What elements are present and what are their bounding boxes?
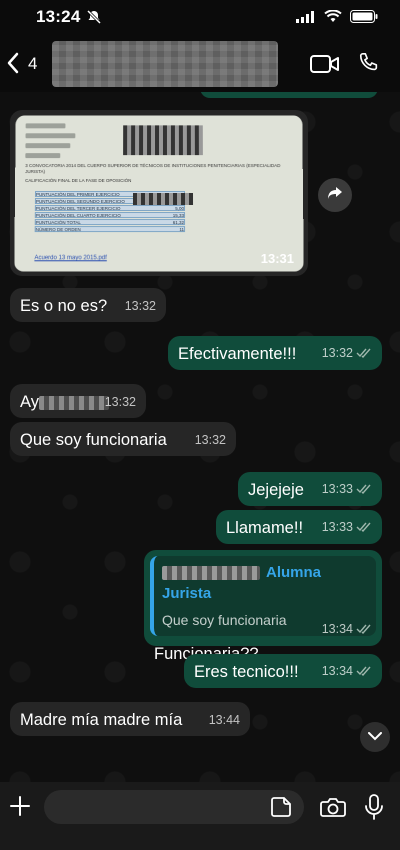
- message-text: Madre mía madre mía: [20, 711, 183, 729]
- doc-redacted-score: [132, 193, 194, 206]
- doc-subtitle: CALIFICACIÓN FINAL DE LA FASE DE OPOSICI…: [25, 178, 132, 184]
- doc-title: 3 CONVOCATORIA 2014 DEL CUERPO SUPERIOR …: [25, 163, 281, 175]
- doc-row: PUNTUACIÓN DEL TERCER EJERCICIO 5,00: [34, 205, 186, 212]
- message-meta: 13:33: [322, 517, 372, 538]
- share-icon: [327, 186, 343, 205]
- contact-name-redacted[interactable]: [52, 41, 278, 87]
- composer-bar: [0, 782, 400, 850]
- read-ticks-icon: [356, 518, 372, 538]
- outgoing-message[interactable]: Llamame!! 13:33: [216, 510, 382, 544]
- read-ticks-icon: [356, 620, 372, 640]
- incoming-message[interactable]: Madre mía madre mía 13:44: [10, 702, 250, 736]
- document-photo: 3 CONVOCATORIA 2014 DEL CUERPO SUPERIOR …: [14, 115, 304, 272]
- status-time: 13:24: [36, 7, 81, 26]
- message-text: Jejejeje: [248, 481, 304, 499]
- share-button[interactable]: [318, 178, 352, 212]
- doc-row-value: 11: [179, 227, 185, 233]
- doc-row-label: PUNTUACIÓN DEL SEGUNDO EJERCICIO: [35, 198, 125, 205]
- plus-icon[interactable]: [8, 794, 32, 823]
- doc-row-value: 61,32: [172, 220, 185, 226]
- outgoing-message[interactable]: Jejejeje 13:33: [238, 472, 382, 506]
- message-input[interactable]: [44, 790, 304, 824]
- outgoing-reply-message[interactable]: Alumna Jurista Que soy funcionaria Funci…: [144, 550, 382, 663]
- read-ticks-icon: [356, 344, 372, 364]
- doc-row-label: NÚMERO DE ORDEN: [35, 227, 81, 233]
- message-time: 13:34: [321, 664, 353, 679]
- doc-row: NÚMERO DE ORDEN 11: [34, 226, 186, 233]
- sticker-icon[interactable]: [270, 796, 292, 823]
- message-time: 13:32: [104, 395, 136, 409]
- message-time: 13:34: [321, 622, 353, 637]
- doc-row-value: 15,33: [172, 213, 185, 219]
- message-text: Es o no es?: [20, 297, 108, 315]
- message-text: Que soy funcionaria: [20, 431, 167, 449]
- previous-message-tail: [200, 92, 378, 98]
- message-meta: 13:34: [322, 661, 372, 682]
- incoming-message[interactable]: Que soy funcionaria 13:32: [10, 422, 236, 456]
- video-call-icon[interactable]: [310, 54, 340, 79]
- message-meta: 13:32: [322, 343, 372, 364]
- signal-icon: [296, 10, 316, 28]
- read-ticks-icon: [356, 480, 372, 500]
- image-message[interactable]: 3 CONVOCATORIA 2014 DEL CUERPO SUPERIOR …: [10, 110, 308, 276]
- message-text: Llamame!!: [226, 519, 304, 537]
- message-time: 13:32: [124, 299, 156, 313]
- back-chevron-icon[interactable]: [6, 52, 20, 79]
- message-text: Ay: [20, 393, 39, 411]
- redacted-text: [162, 565, 260, 580]
- phone-icon[interactable]: [358, 52, 380, 79]
- bell-off-icon: [86, 9, 102, 30]
- mic-icon[interactable]: [364, 793, 384, 826]
- message-time: 13:32: [321, 346, 353, 361]
- outgoing-message[interactable]: Eres tecnico!!! 13:34: [184, 654, 382, 688]
- incoming-message[interactable]: Es o no es? 13:32: [10, 288, 166, 322]
- message-meta: 13:34: [322, 619, 372, 640]
- wifi-icon: [324, 9, 342, 28]
- read-ticks-icon: [356, 662, 372, 682]
- doc-row-label: PUNTUACIÓN DEL CUARTO EJERCICIO: [35, 213, 121, 219]
- scroll-to-bottom-button[interactable]: [360, 722, 390, 752]
- outgoing-message[interactable]: Efectivamente!!! 13:32: [168, 336, 382, 370]
- message-time: 13:33: [321, 482, 353, 497]
- message-time: 13:31: [260, 251, 294, 266]
- doc-redacted-name: [123, 125, 203, 156]
- message-time: 13:44: [208, 713, 240, 727]
- doc-row-label: PUNTUACIÓN DEL TERCER EJERCICIO: [35, 206, 121, 212]
- chevron-down-icon: [368, 728, 382, 746]
- unread-count[interactable]: 4: [28, 54, 37, 74]
- message-time: 13:32: [194, 433, 226, 447]
- camera-icon[interactable]: [320, 796, 346, 823]
- doc-attachment-link: Acuerdo 13 mayo 2015.pdf: [34, 255, 107, 262]
- chat-header: 4: [0, 36, 400, 92]
- doc-row: PUNTUACIÓN DEL CUARTO EJERCICIO 15,33: [34, 212, 186, 219]
- message-text: Efectivamente!!!: [178, 345, 297, 363]
- doc-row-label: PUNTUACIÓN TOTAL: [35, 220, 81, 226]
- doc-row-value: 5,00: [175, 206, 185, 212]
- doc-row: PUNTUACIÓN TOTAL 61,32: [34, 219, 186, 226]
- chat-area[interactable]: 3 CONVOCATORIA 2014 DEL CUERPO SUPERIOR …: [0, 92, 400, 782]
- redacted-text: [38, 395, 109, 410]
- message-time: 13:33: [321, 520, 353, 535]
- status-bar: 13:24: [0, 0, 400, 36]
- message-text: Eres tecnico!!!: [194, 663, 299, 681]
- incoming-message[interactable]: Ay 13:32: [10, 384, 146, 418]
- message-meta: 13:33: [322, 479, 372, 500]
- battery-icon: [350, 10, 378, 28]
